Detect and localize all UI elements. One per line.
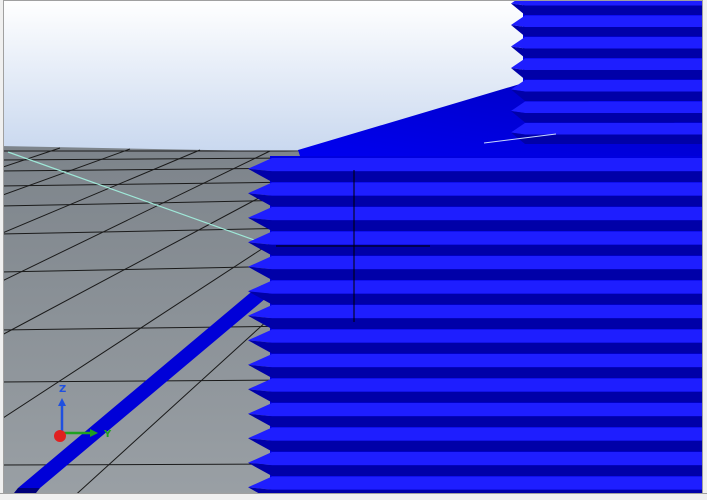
- rib-band-light: [511, 37, 703, 49]
- rib-band-light: [248, 476, 703, 490]
- rib-band-light: [511, 58, 703, 71]
- upper-tower-ribs: [511, 0, 703, 144]
- 3d-viewport[interactable]: Z Y: [0, 0, 707, 500]
- rib-band-light: [248, 354, 703, 368]
- rib-band-light: [248, 452, 703, 466]
- z-axis-label: Z: [59, 384, 66, 395]
- viewport-frame-top: [0, 0, 707, 1]
- lower-block-ribs: [248, 158, 703, 500]
- rib-band-light: [248, 305, 703, 319]
- rib-band-light: [248, 207, 703, 221]
- rib-band-light: [248, 378, 703, 392]
- viewport-frame-left-edge: [3, 0, 4, 500]
- rib-band-light: [248, 427, 703, 441]
- y-axis-label: Y: [103, 429, 112, 440]
- rib-band-light: [248, 403, 703, 417]
- rib-band-light: [511, 80, 703, 92]
- rib-band-light: [248, 182, 703, 196]
- rib-band-light: [511, 15, 703, 28]
- rib-band-light: [248, 158, 703, 172]
- rib-band-light: [248, 231, 703, 245]
- viewport-frame-bottom: [0, 493, 707, 500]
- viewport-frame-right: [702, 0, 707, 500]
- x-axis-origin: [54, 430, 66, 442]
- rib-band-light: [248, 280, 703, 294]
- scene-canvas[interactable]: Z Y: [0, 0, 707, 500]
- rib-band-light: [248, 256, 703, 270]
- rib-band-light: [511, 101, 703, 114]
- rib-band-light: [511, 123, 703, 135]
- rib-band-light: [248, 329, 703, 343]
